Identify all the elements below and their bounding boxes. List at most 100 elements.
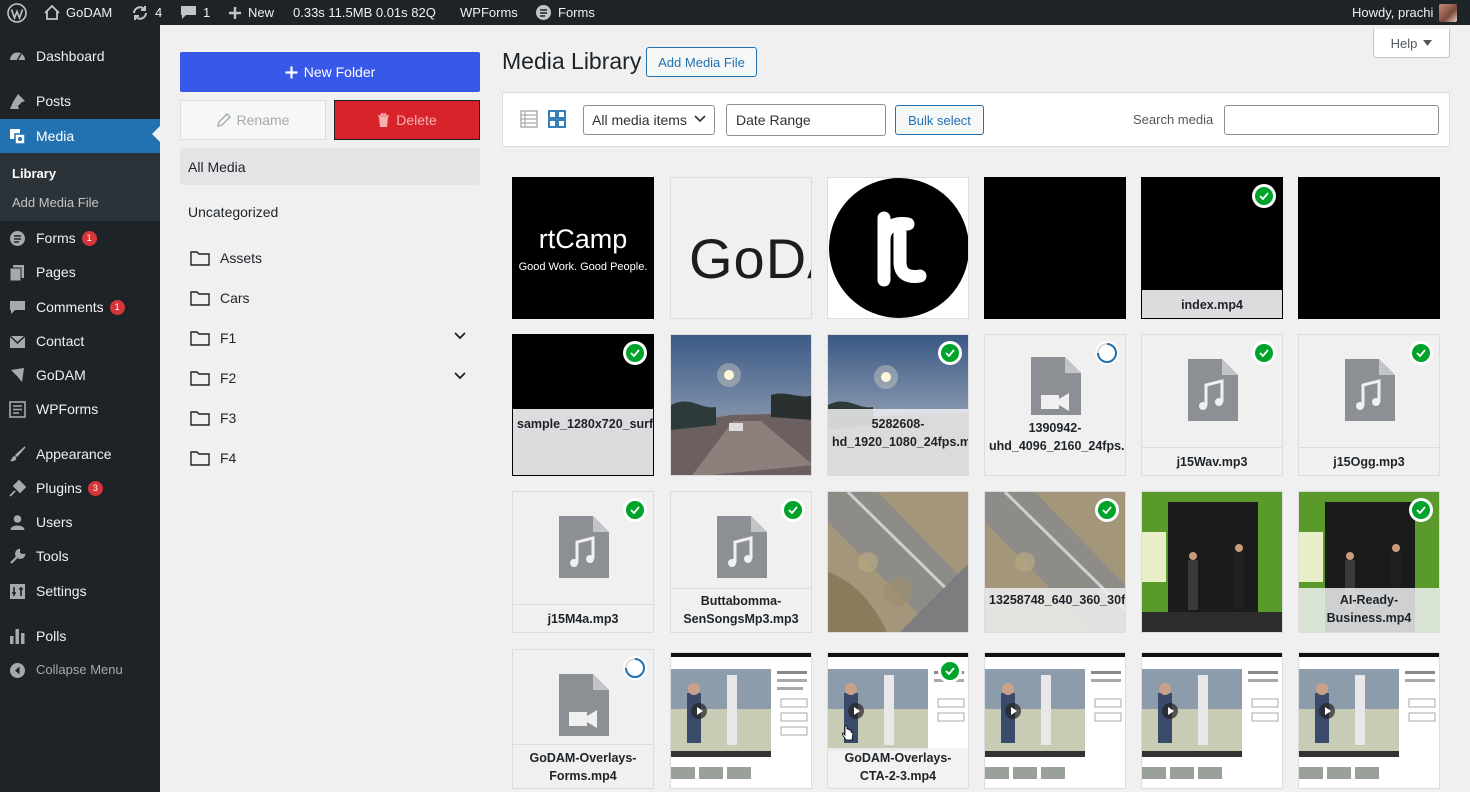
updates-link[interactable]: 4	[131, 0, 162, 25]
menu-dashboard[interactable]: Dashboard	[0, 41, 160, 71]
new-folder-button[interactable]: New Folder	[180, 52, 480, 92]
menu-comments[interactable]: Comments 1	[0, 292, 160, 322]
processed-check-icon	[1409, 341, 1433, 365]
pencil-icon	[216, 113, 231, 127]
media-tile[interactable]: j15M4a.mp3	[512, 491, 654, 633]
query-monitor-stats[interactable]: 0.33s 11.5MB 0.01s 82Q	[293, 0, 436, 25]
grid-view-icon[interactable]	[548, 110, 566, 131]
processed-check-icon	[623, 498, 647, 522]
chevron-down-icon[interactable]	[454, 372, 466, 380]
video-player-screenshot-image	[1299, 653, 1439, 779]
media-tile[interactable]: index.mp4	[1141, 177, 1283, 319]
menu-contact[interactable]: Contact	[0, 326, 160, 356]
loading-spinner-icon	[623, 656, 647, 680]
stage-presenters-image	[1142, 492, 1282, 632]
folder-f3[interactable]: F3	[190, 407, 470, 429]
menu-settings[interactable]: Settings	[0, 576, 160, 606]
folder-icon	[190, 411, 210, 426]
howdy-text: Howdy, prachi	[1352, 5, 1434, 20]
comments-link[interactable]: 1	[180, 0, 210, 25]
folder-all-media[interactable]: All Media	[180, 148, 480, 185]
date-range-input[interactable]: Date Range	[726, 104, 886, 136]
help-button[interactable]: Help	[1373, 29, 1450, 58]
rename-button[interactable]: Rename	[180, 100, 326, 140]
media-tile[interactable]: j15Ogg.mp3	[1298, 334, 1440, 476]
account-menu[interactable]: Howdy, prachi	[1352, 0, 1458, 25]
folder-f1[interactable]: F1	[190, 327, 470, 349]
media-type-filter[interactable]: All media items	[583, 105, 715, 135]
processed-check-icon	[1252, 341, 1276, 365]
delete-button[interactable]: Delete	[334, 100, 480, 140]
wpforms-link[interactable]: WPForms	[460, 0, 518, 25]
add-media-file-button[interactable]: Add Media File	[646, 47, 757, 77]
chevron-down-icon[interactable]	[454, 332, 466, 340]
plus-icon	[229, 6, 241, 19]
processed-check-icon	[1095, 498, 1119, 522]
media-tile[interactable]	[1298, 177, 1440, 319]
loading-spinner-icon	[1095, 341, 1119, 365]
menu-godam[interactable]: GoDAM	[0, 360, 160, 390]
media-tile[interactable]: 5282608-hd_1920_1080_24fps.mp4	[827, 334, 969, 476]
menu-plugins[interactable]: Plugins 3	[0, 473, 160, 503]
media-tile[interactable]: 13258748_640_360_30fps.mp4	[984, 491, 1126, 633]
media-tile[interactable]	[984, 652, 1126, 789]
wpforms-label: WPForms	[460, 5, 518, 20]
folder-f2[interactable]: F2	[190, 367, 470, 389]
aerial-highway-image	[828, 492, 968, 632]
media-icon	[9, 128, 26, 145]
tile-caption: GoDAM-Overlays-Forms.mp4	[513, 744, 653, 788]
media-tile[interactable]	[1298, 652, 1440, 789]
folder-f4[interactable]: F4	[190, 447, 470, 469]
menu-tools[interactable]: Tools	[0, 541, 160, 571]
bulk-select-button[interactable]: Bulk select	[895, 105, 984, 135]
comments-badge: 1	[109, 300, 125, 315]
media-tile[interactable]	[670, 334, 812, 476]
menu-appearance[interactable]: Appearance	[0, 439, 160, 469]
dashboard-icon	[9, 48, 26, 65]
submenu-add-media[interactable]: Add Media File	[12, 195, 99, 210]
tile-caption: 1390942-uhd_4096_2160_24fps.mp4	[985, 415, 1125, 475]
tile-caption: AI-Ready-Business.mp4	[1299, 588, 1439, 632]
processed-check-icon	[938, 659, 962, 683]
menu-pages[interactable]: Pages	[0, 257, 160, 287]
menu-polls[interactable]: Polls	[0, 621, 160, 651]
submenu-library[interactable]: Library	[12, 166, 56, 181]
godam-logo-image: GoDAM	[689, 227, 811, 290]
media-tile[interactable]: j15Wav.mp3	[1141, 334, 1283, 476]
media-tile[interactable]: GoDAM-Overlays-Forms.mp4	[512, 649, 654, 789]
folder-cars[interactable]: Cars	[190, 287, 470, 309]
media-tile[interactable]	[1141, 652, 1283, 789]
media-tile[interactable]: 1390942-uhd_4096_2160_24fps.mp4	[984, 334, 1126, 476]
collapse-menu-button[interactable]: Collapse Menu	[0, 655, 160, 685]
media-tile[interactable]	[827, 177, 969, 319]
new-content-link[interactable]: New	[228, 0, 274, 25]
media-tile[interactable]: rtCamp Good Work. Good People.	[512, 177, 654, 319]
list-view-icon[interactable]	[520, 110, 538, 131]
menu-wpforms[interactable]: WPForms	[0, 394, 160, 424]
media-tile[interactable]: sample_1280x720_surfing_with_audio.ogv	[512, 334, 654, 476]
media-tile[interactable]	[827, 491, 969, 633]
settings-icon	[9, 583, 26, 600]
folder-icon	[190, 291, 210, 306]
updates-icon	[133, 5, 147, 20]
plugins-badge: 3	[87, 481, 103, 496]
media-tile[interactable]	[1141, 491, 1283, 633]
media-tile[interactable]: AI-Ready-Business.mp4	[1298, 491, 1440, 633]
site-name-link[interactable]: GoDAM	[44, 0, 112, 25]
media-tile[interactable]: Buttabomma-SenSongsMp3.mp3	[670, 491, 812, 633]
menu-forms[interactable]: Forms 1	[0, 223, 160, 253]
forms-label: Forms	[558, 5, 595, 20]
search-input[interactable]	[1224, 105, 1439, 135]
forms-link[interactable]: Forms	[535, 0, 595, 25]
wordpress-logo-icon[interactable]	[7, 0, 27, 25]
folder-uncategorized[interactable]: Uncategorized	[188, 204, 278, 220]
menu-posts[interactable]: Posts	[0, 86, 160, 116]
menu-users[interactable]: Users	[0, 507, 160, 537]
menu-media[interactable]: Media	[0, 119, 160, 153]
media-tile[interactable]	[670, 652, 812, 789]
home-icon	[44, 5, 60, 20]
media-tile[interactable]: GoDAM	[670, 177, 812, 319]
folder-assets[interactable]: Assets	[190, 247, 470, 269]
media-tile[interactable]: GoDAM-Overlays-CTA-2-3.mp4	[827, 652, 969, 789]
media-tile[interactable]	[984, 177, 1126, 319]
